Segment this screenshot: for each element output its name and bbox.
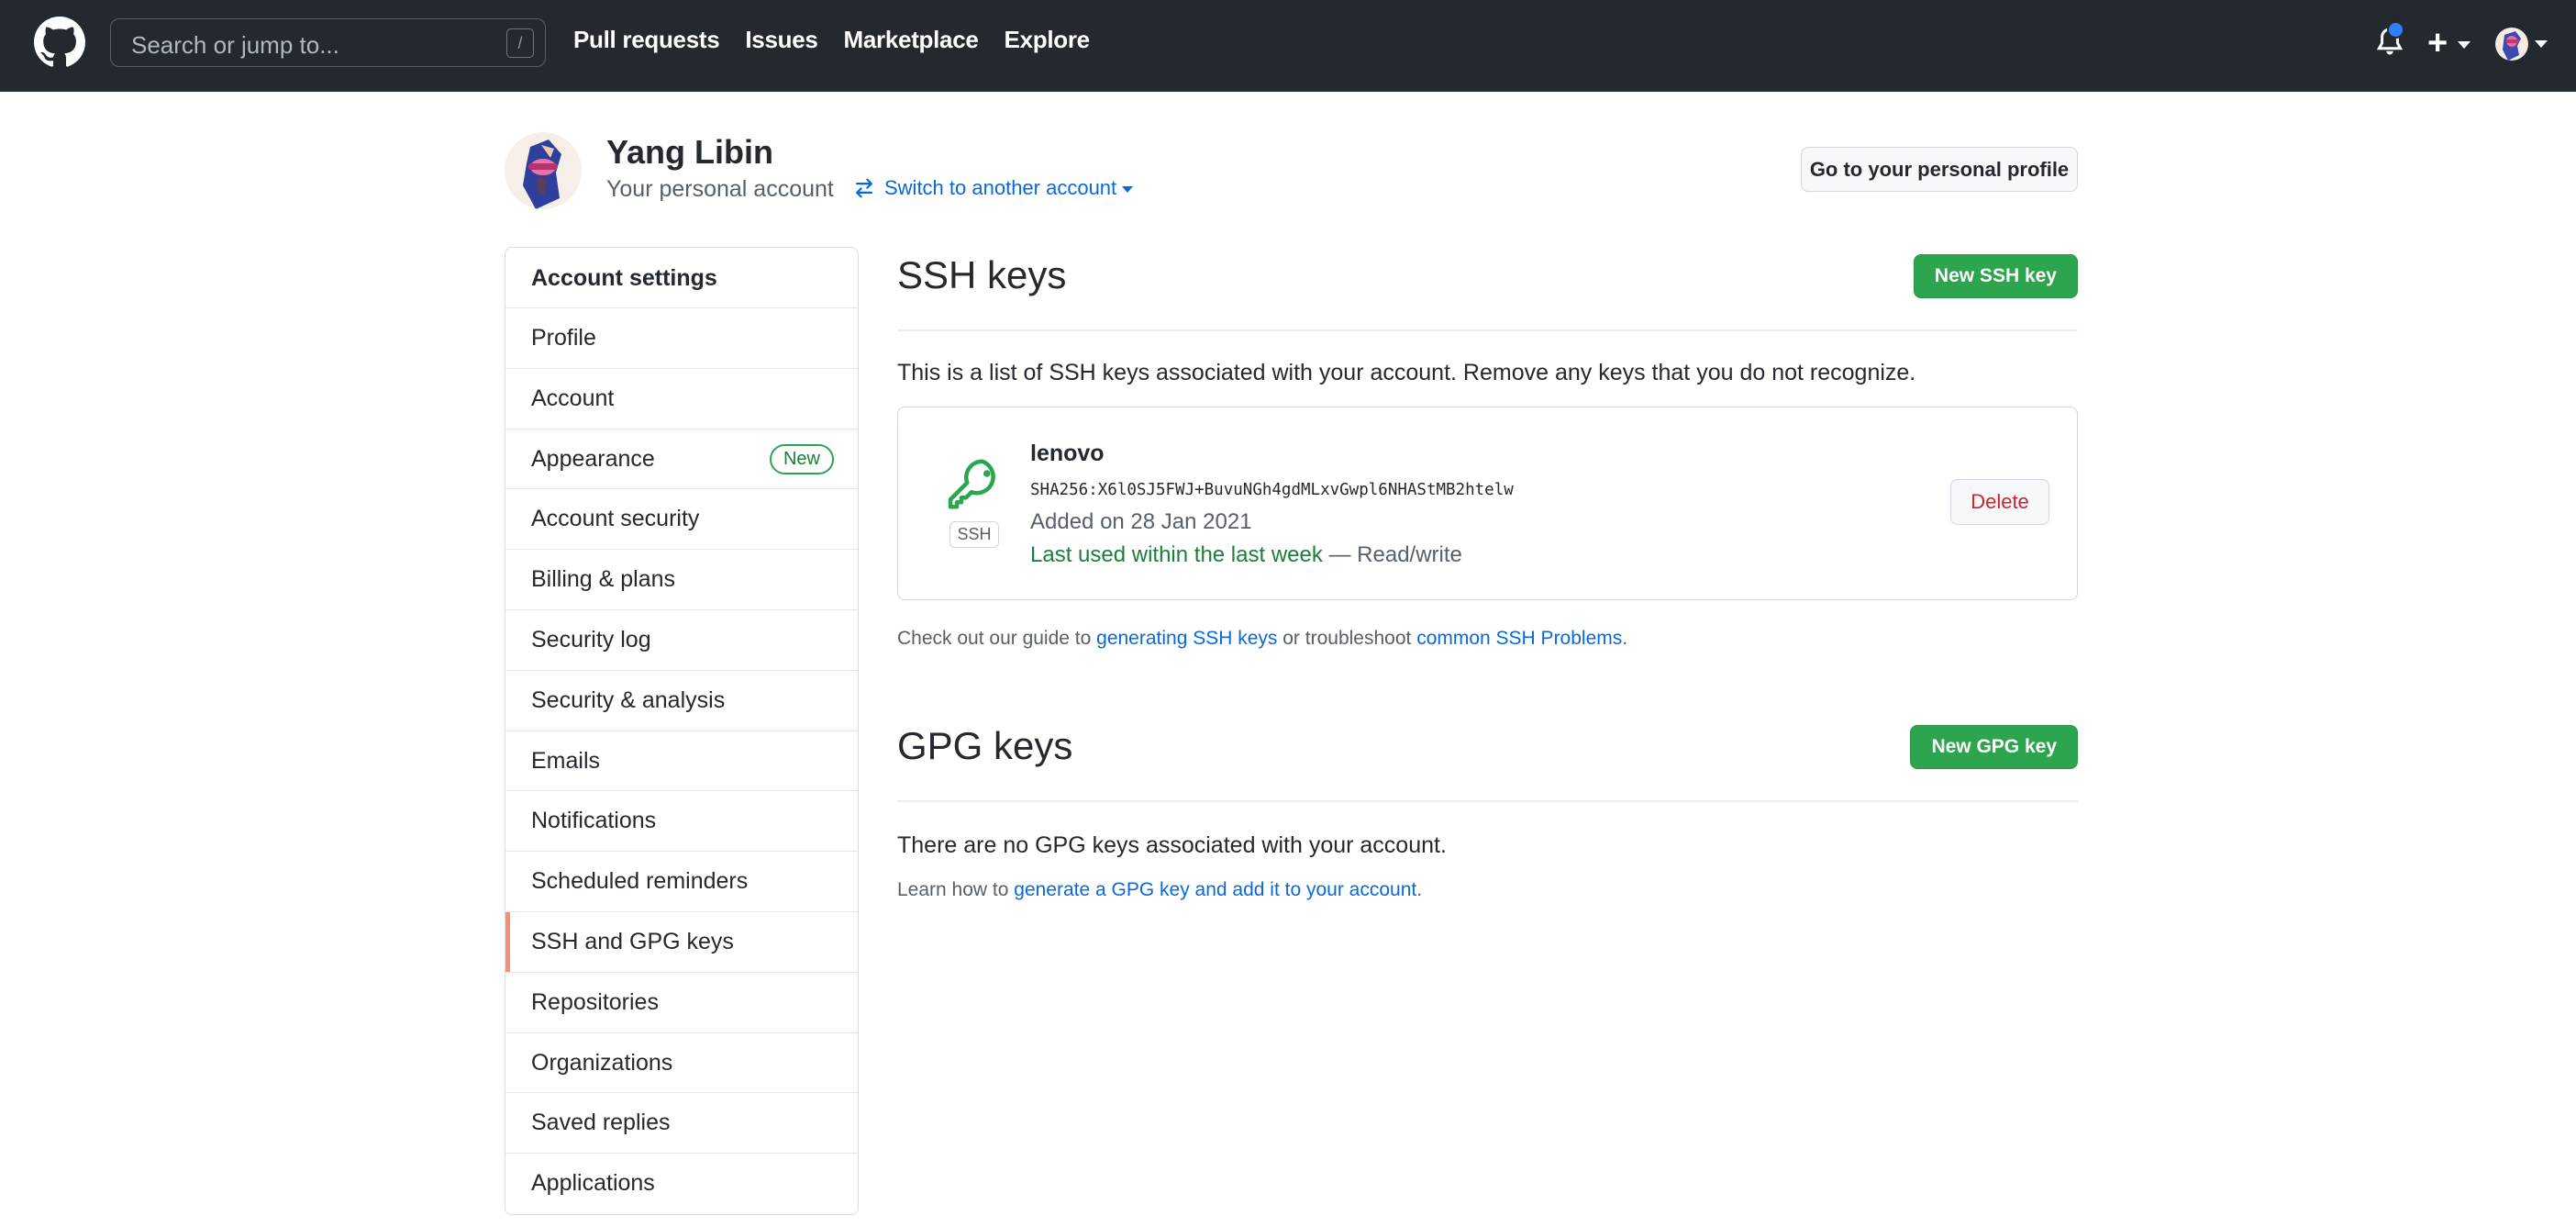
plus-icon[interactable]: +	[2427, 25, 2448, 61]
sidebar-item-billing[interactable]: Billing & plans	[505, 550, 858, 610]
nav-explore[interactable]: Explore	[1005, 26, 1091, 54]
generate-gpg-key-link[interactable]: generate a GPG key and add it to your ac…	[1014, 879, 1416, 900]
top-header: Search or jump to... / Pull requests Iss…	[0, 0, 2576, 92]
sidebar-item-label: Notifications	[531, 808, 657, 834]
sidebar-item-organizations[interactable]: Organizations	[505, 1033, 858, 1094]
ssh-description: This is a list of SSH keys associated wi…	[897, 360, 1916, 385]
generating-ssh-keys-link[interactable]: generating SSH keys	[1096, 628, 1277, 649]
gpg-learn-note: Learn how to generate a GPG key and add …	[897, 879, 1422, 901]
chevron-down-icon[interactable]	[2535, 40, 2548, 48]
key-access: — Read/write	[1322, 542, 1462, 567]
chevron-down-icon	[1122, 186, 1134, 193]
go-to-profile-button[interactable]: Go to your personal profile	[1801, 147, 2078, 192]
key-last-used: Last used within the last week	[1030, 542, 1323, 567]
ssh-section-header: SSH keys New SSH key	[897, 248, 2078, 331]
ssh-type-label: SSH	[949, 521, 999, 548]
sidebar-item-appearance[interactable]: Appearance New	[505, 429, 858, 490]
ssh-guide-note: Check out our guide to generating SSH ke…	[897, 628, 1627, 650]
key-fingerprint: SHA256:X6l0SJ5FWJ+BuvuNGh4gdMLxvGwpl6NHA…	[1030, 481, 1514, 499]
search-shortcut-key: /	[506, 28, 534, 58]
avatar-image	[505, 132, 582, 209]
new-gpg-key-button[interactable]: New GPG key	[1910, 725, 2078, 769]
sidebar-item-scheduled-reminders[interactable]: Scheduled reminders	[505, 852, 858, 912]
nav-issues[interactable]: Issues	[745, 26, 817, 54]
sidebar-item-saved-replies[interactable]: Saved replies	[505, 1093, 858, 1154]
switch-account-label: Switch to another account	[884, 176, 1117, 199]
learn-text: .	[1416, 879, 1423, 900]
sidebar-item-label: Security & analysis	[531, 686, 726, 713]
sidebar-item-security-analysis[interactable]: Security & analysis	[505, 671, 858, 731]
sidebar-item-label: Applications	[531, 1170, 655, 1197]
gpg-section-header: GPG keys New GPG key	[897, 719, 2078, 802]
switch-account-link[interactable]: Switch to another account	[853, 176, 1134, 200]
sidebar-item-account[interactable]: Account	[505, 369, 858, 429]
ssh-key-item: SSH lenovo SHA256:X6l0SJ5FWJ+BuvuNGh4gdM…	[897, 407, 2078, 600]
arrow-switch-icon	[856, 178, 872, 198]
sidebar-item-label: SSH and GPG keys	[531, 928, 734, 954]
sidebar-item-security-log[interactable]: Security log	[505, 610, 858, 671]
key-icon	[948, 459, 995, 509]
sidebar-item-applications[interactable]: Applications	[505, 1154, 858, 1214]
sidebar-item-emails[interactable]: Emails	[505, 731, 858, 792]
profile-subtitle: Your personal account	[606, 176, 834, 202]
key-added-date: Added on 28 Jan 2021	[1030, 509, 1252, 534]
chevron-down-icon[interactable]	[2458, 41, 2471, 49]
github-logo-icon[interactable]	[34, 17, 85, 68]
global-nav: Pull requests Issues Marketplace Explore	[573, 26, 1090, 54]
ssh-keys-title: SSH keys	[897, 253, 1067, 296]
common-ssh-problems-link[interactable]: common SSH Problems	[1416, 628, 1622, 649]
guide-text: Check out our guide to	[897, 628, 1097, 649]
sidebar-item-label: Account	[531, 385, 615, 411]
nav-pull-requests[interactable]: Pull requests	[573, 26, 720, 54]
sidebar-item-profile[interactable]: Profile	[505, 308, 858, 369]
sidebar-item-notifications[interactable]: Notifications	[505, 791, 858, 853]
sidebar-item-label: Appearance	[531, 445, 655, 472]
nav-marketplace[interactable]: Marketplace	[844, 26, 979, 54]
user-menu-avatar[interactable]	[2495, 28, 2528, 61]
key-usage: Last used within the last week — Read/wr…	[1030, 542, 1462, 568]
sidebar-item-account-security[interactable]: Account security	[505, 489, 858, 551]
new-badge: New	[769, 443, 834, 474]
sidebar-item-repositories[interactable]: Repositories	[505, 973, 858, 1033]
sidebar-item-ssh-gpg-keys[interactable]: SSH and GPG keys	[505, 911, 858, 973]
settings-sidebar: Account settings Profile Account Appeara…	[505, 247, 859, 1215]
sidebar-item-label: Profile	[531, 325, 596, 351]
sidebar-item-label: Repositories	[531, 988, 659, 1015]
sidebar-item-label: Saved replies	[531, 1110, 671, 1136]
main-content: SSH keys New SSH key This is a list of S…	[897, 248, 2078, 900]
new-ssh-key-button[interactable]: New SSH key	[1913, 254, 2078, 298]
gpg-section: GPG keys New GPG key There are no GPG ke…	[897, 719, 2078, 900]
sidebar-item-label: Account security	[531, 506, 700, 532]
sidebar-item-label: Security log	[531, 626, 651, 653]
gpg-keys-title: GPG keys	[897, 724, 1073, 767]
delete-key-button[interactable]: Delete	[1950, 479, 2049, 525]
sidebar-item-label: Billing & plans	[531, 566, 676, 593]
gpg-empty-text: There are no GPG keys associated with yo…	[897, 832, 1447, 858]
sidebar-item-label: Emails	[531, 747, 601, 774]
key-title: lenovo	[1030, 441, 1105, 466]
sidebar-item-label: Scheduled reminders	[531, 868, 749, 895]
guide-text: .	[1622, 628, 1628, 649]
profile-name: Yang Libin	[606, 133, 774, 171]
sidebar-item-label: Organizations	[531, 1049, 673, 1076]
search-input[interactable]: Search or jump to... /	[110, 18, 546, 67]
sidebar-heading: Account settings	[505, 248, 858, 308]
notification-indicator	[2387, 21, 2404, 39]
learn-text: Learn how to	[897, 879, 1015, 900]
profile-avatar[interactable]	[505, 132, 582, 209]
guide-text: or troubleshoot	[1277, 628, 1417, 649]
avatar-image	[2495, 28, 2528, 61]
search-placeholder: Search or jump to...	[131, 31, 339, 59]
